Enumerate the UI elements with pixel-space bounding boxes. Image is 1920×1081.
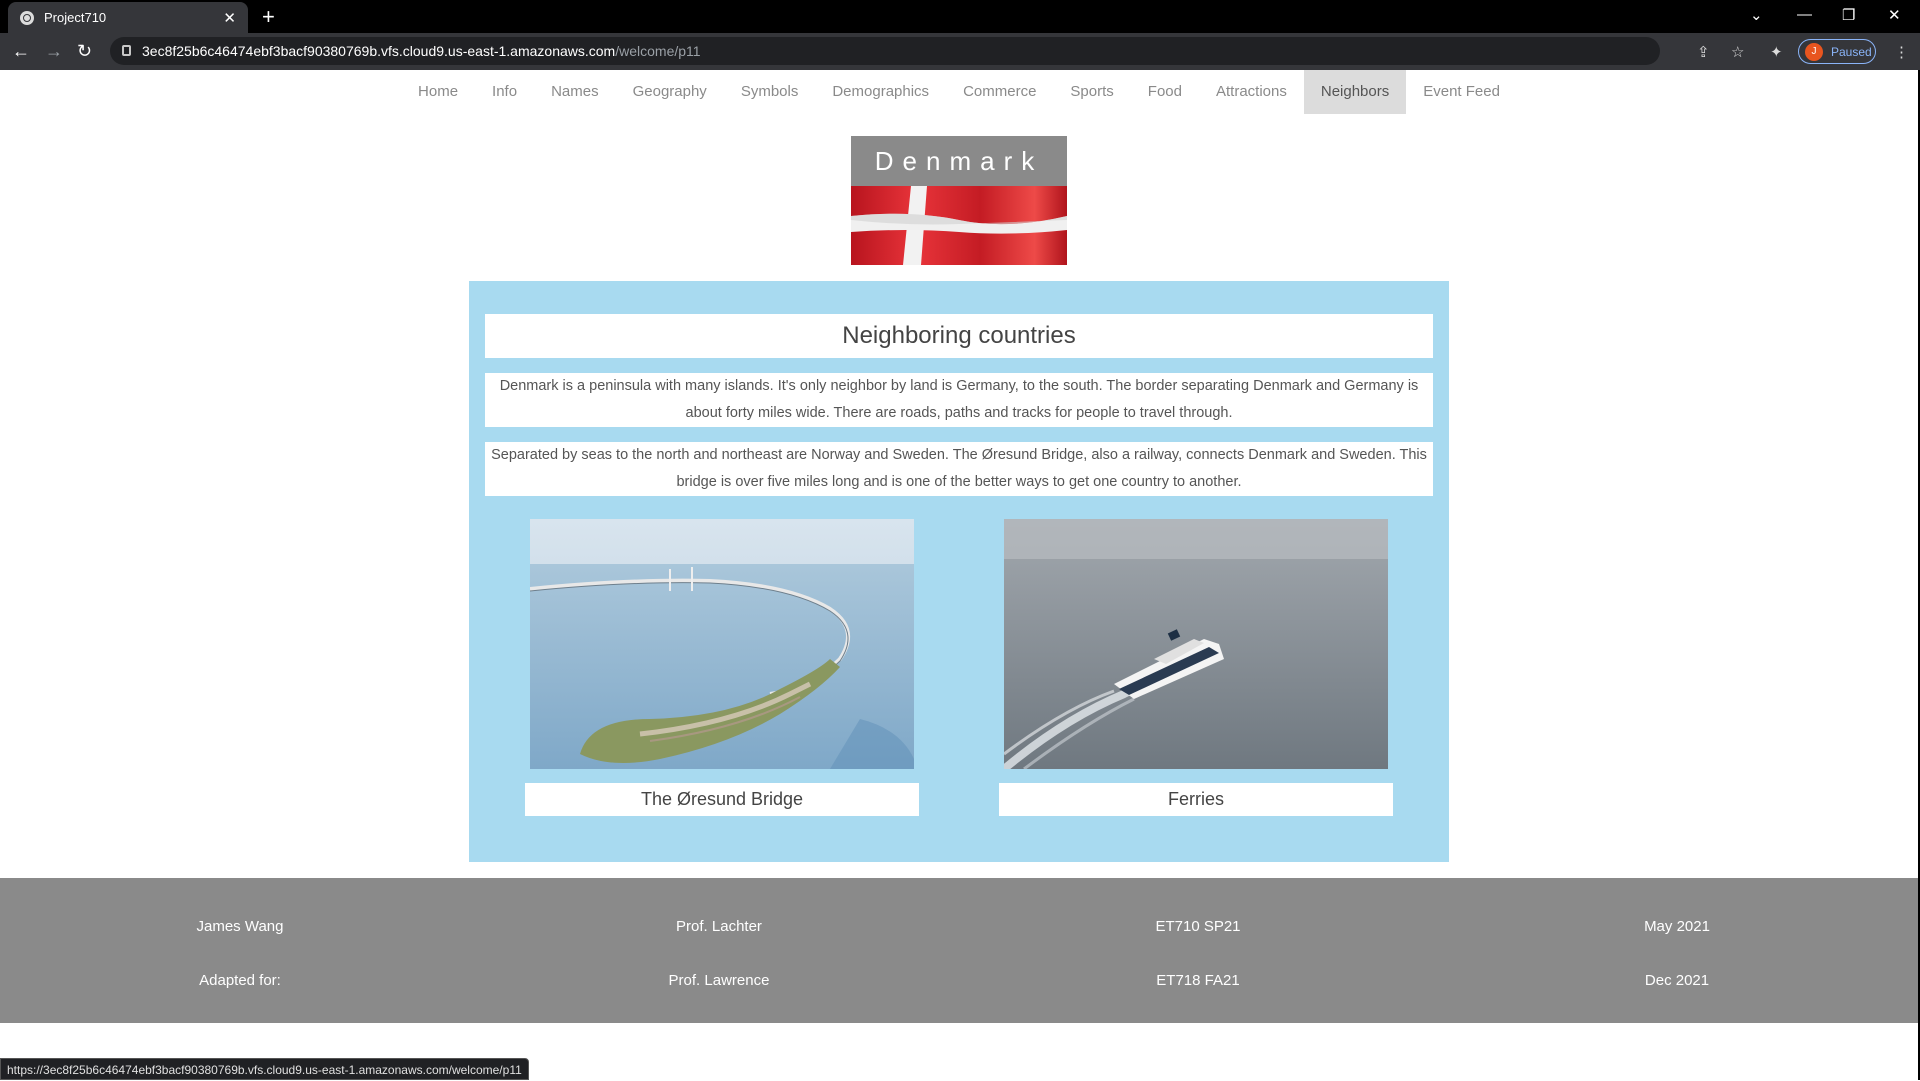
nav-item-sports[interactable]: Sports [1053,70,1130,114]
caption-bridge: The Øresund Bridge [525,783,919,816]
reload-icon[interactable]: ↻ [77,41,92,62]
forward-icon[interactable]: → [45,41,63,62]
paragraph-germany: Denmark is a peninsula with many islands… [485,373,1433,427]
nav-item-geography[interactable]: Geography [616,70,724,114]
share-icon[interactable]: ⇪ [1697,43,1710,61]
nav-item-names[interactable]: Names [534,70,616,114]
nav-item-symbols[interactable]: Symbols [724,70,816,114]
profile-button[interactable]: J Paused [1798,39,1876,64]
footer-adapted-professor: Prof. Lawrence [668,972,770,989]
profile-status: Paused [1831,44,1872,59]
page: Home Info Names Geography Symbols Demographic… [0,70,1920,1080]
back-icon[interactable]: ← [12,41,30,62]
tab-strip: Project710 ✕ + ⌄ — ❐ ✕ [0,0,1920,33]
nav-item-event-feed[interactable]: Event Feed [1406,70,1517,114]
footer-author: James Wang [196,918,284,935]
section-heading: Neighboring countries [485,314,1433,358]
paragraph-norway-sweden: Separated by seas to the north and north… [485,442,1433,496]
footer-adapted-label: Adapted for: [199,972,281,989]
nav-item-home[interactable]: Home [401,70,475,114]
restore-icon[interactable]: ❐ [1842,6,1855,24]
globe-icon [20,10,34,25]
footer-course: ET710 SP21 [1155,918,1241,935]
close-tab-icon[interactable]: ✕ [223,9,236,27]
lock-icon [122,45,131,56]
site-nav: Home Info Names Geography Symbols Demographic… [0,70,1918,114]
status-url: https://3ec8f25b6c46474ebf3bacf90380769b… [0,1058,529,1080]
nav-item-neighbors[interactable]: Neighbors [1303,70,1407,114]
new-tab-icon[interactable]: + [262,4,275,30]
footer-adapted-course: ET718 FA21 [1156,972,1240,989]
footer-adapted-date: Dec 2021 [1644,972,1710,989]
footer-date: May 2021 [1644,918,1710,935]
bookmark-star-icon[interactable]: ☆ [1731,43,1744,61]
tab-title: Project710 [44,10,107,25]
nav-item-demographics[interactable]: Demographics [815,70,946,114]
menu-icon[interactable]: ⋮ [1894,43,1909,61]
nav-item-info[interactable]: Info [475,70,534,114]
nav-item-food[interactable]: Food [1131,70,1199,114]
oresund-bridge-photo [530,519,914,769]
url-host: 3ec8f25b6c46474ebf3bacf90380769b.vfs.clo… [142,43,616,59]
minimize-icon[interactable]: — [1797,6,1812,23]
nav-item-commerce[interactable]: Commerce [946,70,1053,114]
browser-tab[interactable]: Project710 ✕ [8,2,248,33]
toolbar: ← → ↻ 3ec8f25b6c46474ebf3bacf90380769b.v… [0,33,1920,70]
nav-item-attractions[interactable]: Attractions [1199,70,1304,114]
caption-ferries: Ferries [999,783,1393,816]
country-banner: Denmark [851,136,1067,265]
tab-search-icon[interactable]: ⌄ [1750,6,1763,24]
denmark-flag-image [851,186,1067,265]
footer-professor: Prof. Lachter [676,918,762,935]
extensions-icon[interactable]: ✦ [1770,43,1783,61]
address-bar[interactable]: 3ec8f25b6c46474ebf3bacf90380769b.vfs.clo… [110,37,1660,65]
country-title: Denmark [851,136,1067,186]
ferry-photo [1004,519,1388,769]
footer: James Wang Prof. Lachter ET710 SP21 May … [0,878,1918,1023]
window-close-icon[interactable]: ✕ [1888,6,1901,24]
avatar: J [1805,42,1823,61]
url-path: /welcome/p11 [615,43,701,59]
neighbors-panel: Neighboring countries Denmark is a penin… [469,281,1449,862]
